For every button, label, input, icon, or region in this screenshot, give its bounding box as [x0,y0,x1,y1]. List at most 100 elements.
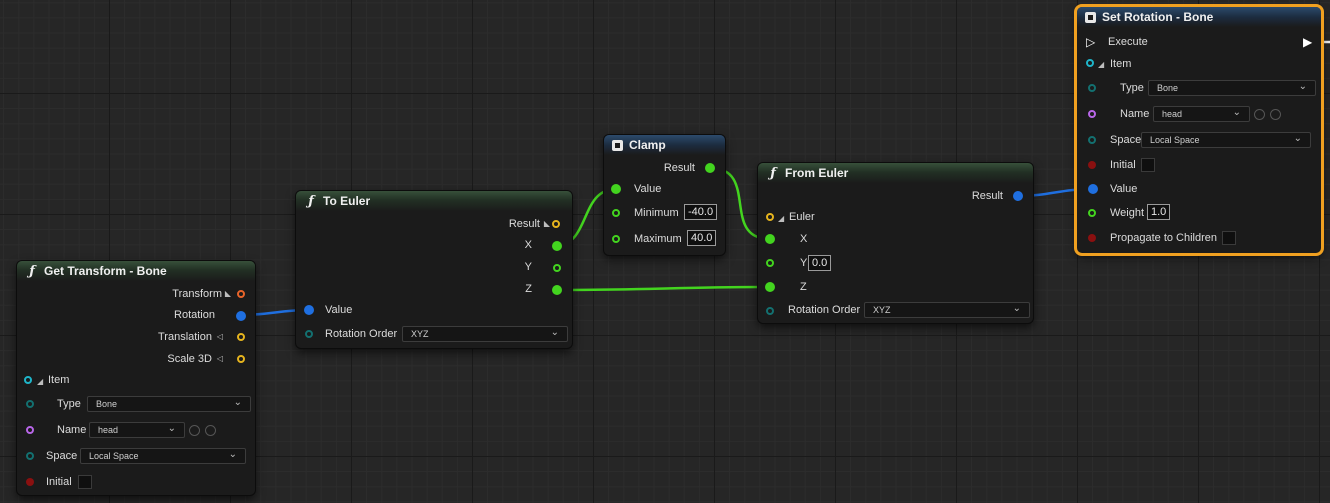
node-set-rotation-bone[interactable]: Set Rotation - Bone ▷ Execute ▶ ◢ Item T… [1077,7,1321,253]
space-dropdown[interactable]: Local Space ⌄ [1141,132,1311,148]
name-input-pin[interactable] [26,426,34,434]
y-input-pin[interactable] [766,259,774,267]
maximum-input-pin[interactable] [612,235,620,243]
z-input-pin[interactable] [765,282,775,292]
execute-output-icon[interactable]: ▶ [1303,35,1312,49]
result-output-pin[interactable] [705,163,715,173]
collapse-triangle-icon[interactable]: ◢ [778,214,784,223]
minimum-label: Minimum [634,207,679,219]
minimum-field[interactable]: -40.0 [684,204,718,220]
z-output-label: Z [525,283,532,295]
propagate-label: Propagate to Children [1110,232,1218,244]
rotation-order-label: Rotation Order [325,328,398,340]
node-to-euler[interactable]: ƒ To Euler Result ◣ X Y Z Value Rotation … [296,191,572,348]
space-dropdown[interactable]: Local Space ⌄ [80,448,246,464]
item-input-pin[interactable] [24,376,32,384]
transform-output-label: Transform [172,288,222,300]
node-header[interactable]: ƒ From Euler [758,163,1033,183]
use-selected-icon[interactable] [189,425,200,436]
expand-triangle-icon[interactable]: ◁ [217,332,223,341]
x-label: X [800,233,808,245]
value-input-pin[interactable] [304,305,314,315]
weight-field[interactable]: 1.0 [1147,204,1171,220]
name-input-pin[interactable] [1088,110,1096,118]
minimum-input-pin[interactable] [612,209,620,217]
node-header[interactable]: Clamp [604,135,725,155]
search-icon[interactable] [1270,109,1281,120]
z-output-pin[interactable] [552,285,562,295]
rotation-order-value: XYZ [411,329,429,339]
node-from-euler[interactable]: ƒ From Euler Result ◢ Euler X Y 0.0 Z Rot… [758,163,1033,323]
name-dropdown[interactable]: head ⌄ [89,422,185,438]
type-input-pin[interactable] [26,400,34,408]
name-dropdown[interactable]: head ⌄ [1153,106,1250,122]
node-title: Clamp [629,138,666,152]
node-header[interactable]: Set Rotation - Bone [1077,7,1321,27]
item-input-pin[interactable] [1086,59,1094,67]
expand-triangle-icon[interactable]: ◣ [225,289,231,298]
search-icon[interactable] [205,425,216,436]
initial-input-pin[interactable] [1088,161,1096,169]
maximum-field[interactable]: 40.0 [687,230,717,246]
rotation-order-label: Rotation Order [788,304,861,316]
node-title: Set Rotation - Bone [1102,10,1214,24]
type-label: Type [1120,82,1144,94]
rotation-output-pin[interactable] [236,311,246,321]
euler-input-pin[interactable] [766,213,774,221]
space-input-pin[interactable] [1088,136,1096,144]
space-label: Space [1110,134,1142,146]
x-input-pin[interactable] [765,234,775,244]
name-label: Name [1120,108,1150,120]
expand-triangle-icon[interactable]: ◣ [544,219,550,228]
z-label: Z [800,281,807,293]
function-icon: ƒ [29,263,35,279]
value-input-pin[interactable] [611,184,621,194]
weight-input-pin[interactable] [1088,209,1096,217]
value-input-pin[interactable] [1088,184,1098,194]
rotation-order-input-pin[interactable] [305,330,313,338]
x-output-pin[interactable] [552,241,562,251]
mutable-node-icon [1085,11,1096,23]
result-output-label: Result [663,162,695,174]
use-selected-icon[interactable] [1254,109,1265,120]
expand-triangle-icon[interactable]: ◁ [217,354,223,363]
rotation-order-dropdown[interactable]: XYZ ⌄ [864,302,1030,318]
initial-checkbox[interactable] [78,475,92,489]
y-output-pin[interactable] [553,264,561,272]
propagate-input-pin[interactable] [1088,234,1096,242]
initial-label: Initial [1110,159,1136,171]
value-label: Value [1110,183,1138,195]
type-dropdown[interactable]: Bone ⌄ [1148,80,1316,96]
type-value: Bone [1157,83,1179,93]
node-get-transform-bone[interactable]: ƒ Get Transform - Bone Transform ◣ Rotati… [17,261,255,495]
value-label: Value [325,304,353,316]
node-clamp[interactable]: Clamp Result Value Minimum -40.0 Maximum… [604,135,725,255]
type-input-pin[interactable] [1088,84,1096,92]
result-output-pin[interactable] [1013,191,1023,201]
execute-input-icon[interactable]: ▷ [1086,35,1095,49]
node-header[interactable]: ƒ Get Transform - Bone [17,261,255,281]
node-title: From Euler [785,166,849,180]
execute-label: Execute [1108,36,1148,48]
name-value: head [1162,109,1183,119]
collapse-triangle-icon[interactable]: ◢ [37,377,43,386]
transform-output-pin[interactable] [237,290,245,298]
space-input-pin[interactable] [26,452,34,460]
type-dropdown[interactable]: Bone ⌄ [87,396,251,412]
translation-output-pin[interactable] [237,333,245,341]
initial-checkbox[interactable] [1141,158,1155,172]
translation-output-label: Translation [157,331,212,343]
node-header[interactable]: ƒ To Euler [296,191,572,211]
chevron-down-icon: ⌄ [1012,303,1021,314]
propagate-checkbox[interactable] [1222,231,1236,245]
chevron-down-icon: ⌄ [1293,133,1302,144]
initial-input-pin[interactable] [26,478,34,486]
collapse-triangle-icon[interactable]: ◢ [1098,60,1104,69]
item-label: Item [1110,58,1132,70]
rotation-order-input-pin[interactable] [766,307,774,315]
y-field[interactable]: 0.0 [808,255,832,271]
rotation-order-dropdown[interactable]: XYZ ⌄ [402,326,568,342]
result-output-pin[interactable] [552,220,560,228]
scale-output-pin[interactable] [237,355,245,363]
space-value: Local Space [89,451,139,461]
